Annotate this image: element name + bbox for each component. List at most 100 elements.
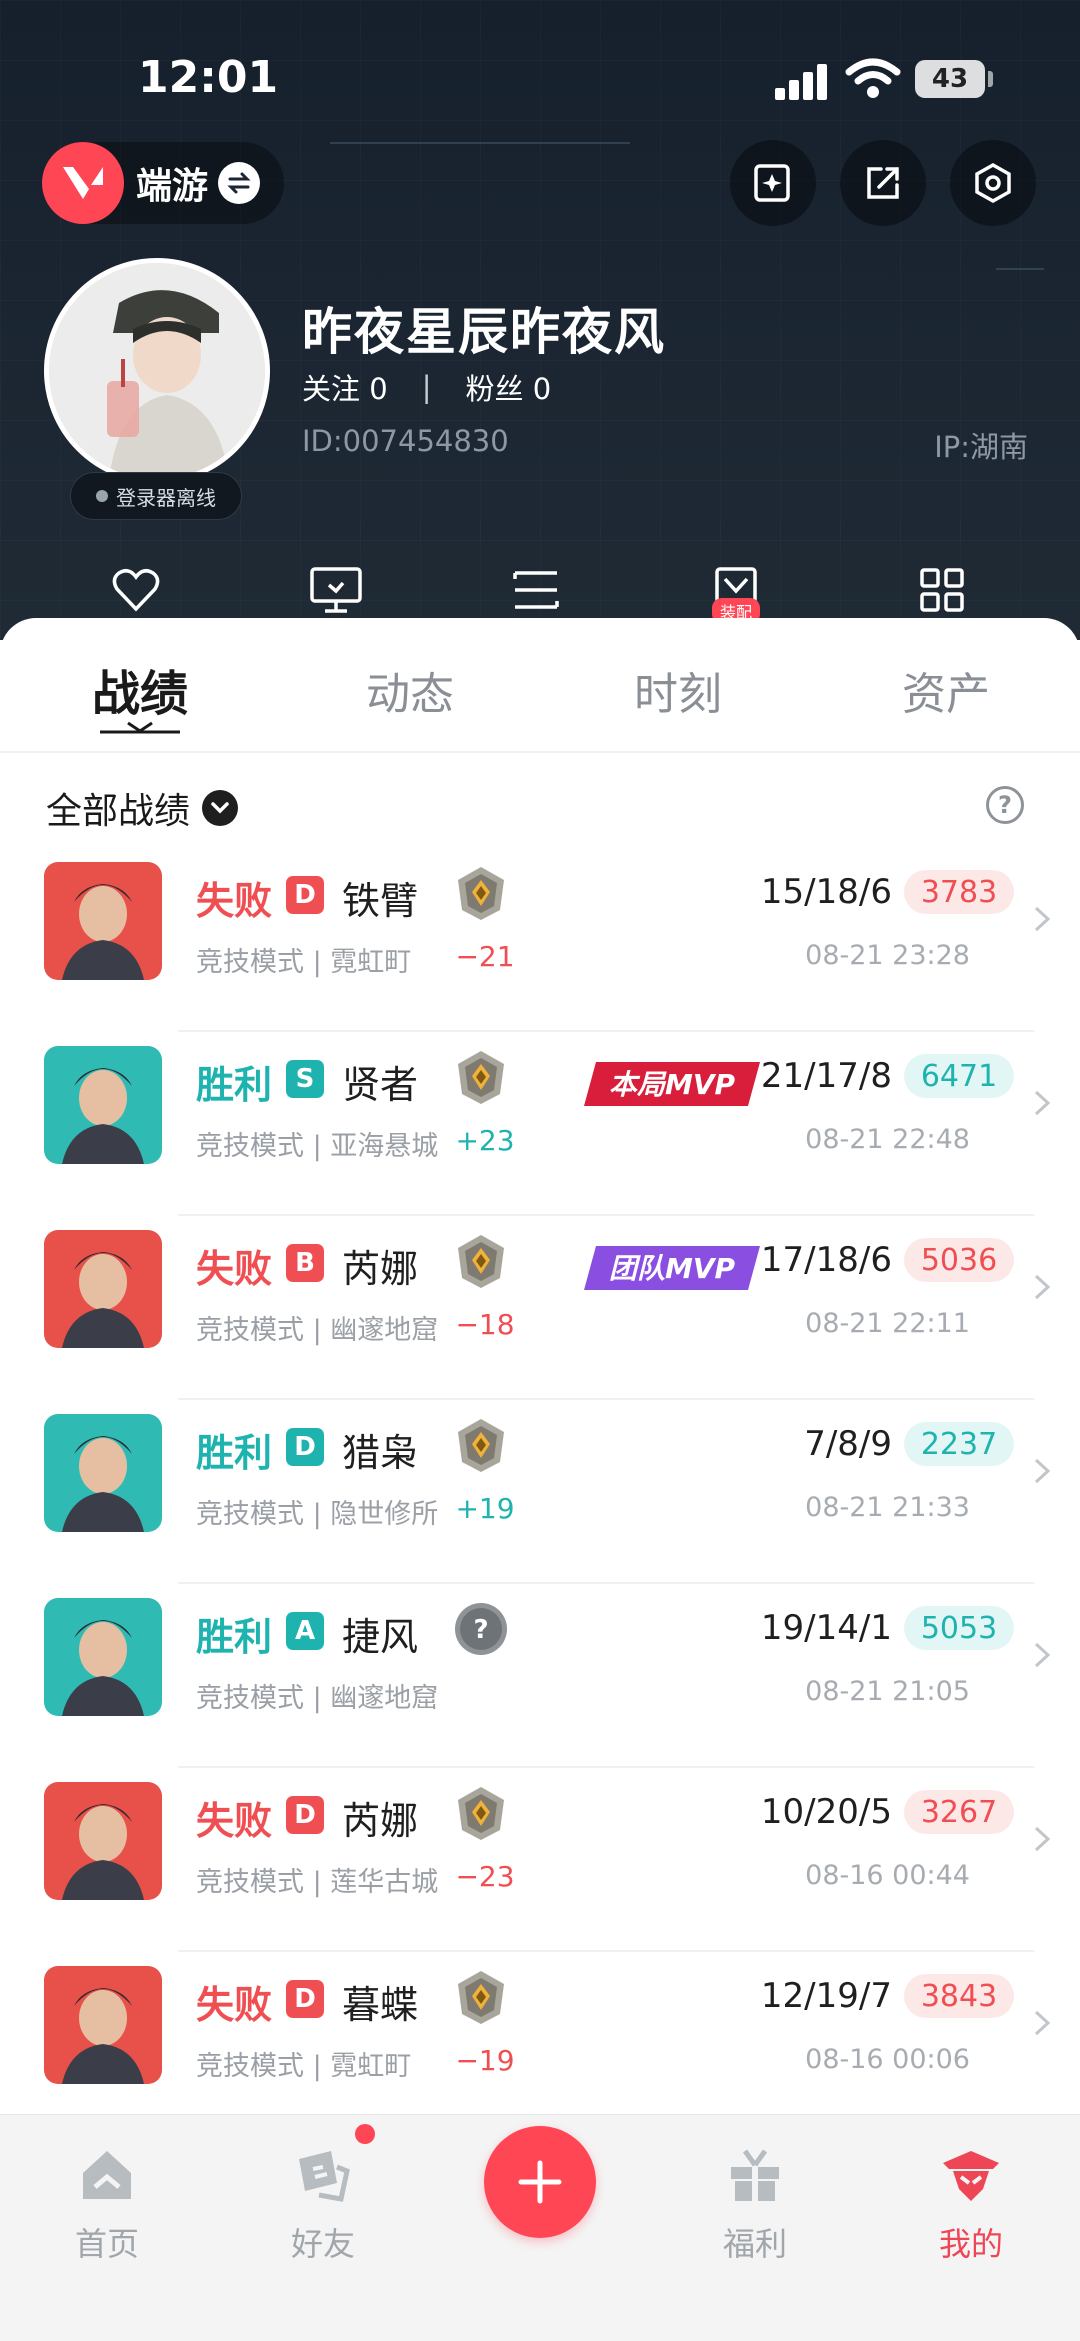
performance-grade-badge: D (286, 1428, 324, 1466)
follow-separator: | (421, 370, 432, 404)
agent-name: 铁臂 (342, 879, 419, 923)
kda-stat: 17/18/6 (760, 1240, 892, 1280)
agent-portrait (44, 862, 162, 980)
agent-name: 猎枭 (342, 1431, 419, 1475)
tab-feed[interactable]: 动态 (310, 658, 510, 722)
match-row[interactable]: 失败 D 暮蝶 竞技模式 | 霓虹町 −19 12/19/7 3843 08-16 00:06 (0, 1952, 1080, 2136)
rank-icon (458, 1051, 504, 1104)
avatar-illustration (49, 263, 265, 479)
chevron-right-icon (1034, 906, 1051, 932)
edit-card-button[interactable] (730, 140, 816, 226)
nav-home-label: 首页 (74, 2225, 139, 2263)
kda-stat: 15/18/6 (760, 872, 892, 912)
match-row[interactable]: 失败 D 铁臂 竞技模式 | 霓虹町 −21 15/18/6 3783 08-21 23:28 (0, 848, 1080, 1032)
combat-score-badge: 5053 (904, 1606, 1014, 1650)
mvp-badge: 本局MVP (584, 1062, 760, 1106)
kda-stat: 19/14/1 (760, 1608, 892, 1648)
follow-stats: 关注 0 | 粉丝 0 (302, 366, 551, 408)
tab-underline-indicator (100, 721, 180, 734)
match-result: 失败 (196, 1799, 273, 1843)
tab-record[interactable]: 战绩 (40, 654, 240, 724)
user-id: ID:007454830 (302, 424, 509, 458)
nav-mine[interactable]: 我的 (896, 2143, 1046, 2265)
agent-name: 暮蝶 (342, 1983, 419, 2027)
performance-grade-badge: D (286, 876, 324, 914)
match-time: 08-21 22:11 (805, 1308, 970, 1339)
following-link[interactable]: 关注 0 (302, 366, 388, 408)
friends-notification-dot (355, 2124, 375, 2144)
nav-friends-label: 好友 (290, 2225, 355, 2263)
monitor-button[interactable] (306, 560, 366, 620)
share-button[interactable] (840, 140, 926, 226)
profile-tools-row (0, 560, 1080, 620)
match-result: 失败 (196, 879, 273, 923)
tab-moments[interactable]: 时刻 (578, 658, 778, 722)
avatar[interactable] (44, 258, 270, 484)
plus-icon (518, 2160, 562, 2204)
list-icon (513, 571, 559, 609)
match-row[interactable]: 胜利 A 捷风 竞技模式 | 幽邃地窟? 19/14/1 5053 08-21 21:05 (0, 1584, 1080, 1768)
rank-point-change: +19 (455, 1492, 515, 1525)
agent-portrait (44, 1598, 162, 1716)
platform-switch-button[interactable]: 端游 (42, 142, 284, 224)
chevron-right-icon (1034, 1458, 1051, 1484)
match-mode-map: 竞技模式 | 幽邃地窟 (196, 1683, 439, 1714)
header-decoration-line (996, 268, 1044, 270)
chevron-down-icon (202, 790, 239, 826)
agent-portrait (44, 1966, 162, 2084)
following-count: 0 (369, 372, 388, 406)
mvp-badge: 团队MVP (584, 1246, 760, 1290)
agent-portrait (44, 1046, 162, 1164)
match-row[interactable]: 胜利 D 猎枭 竞技模式 | 隐世修所 +19 7/8/9 2237 08-21 21:33 (0, 1400, 1080, 1584)
inventory-button[interactable] (506, 560, 566, 620)
battery-icon: 43 (915, 60, 985, 98)
match-time: 08-21 23:28 (805, 940, 970, 971)
match-time: 08-21 21:05 (805, 1676, 970, 1707)
offline-dot-icon (96, 490, 108, 502)
swap-icon (218, 162, 261, 204)
match-row[interactable]: 胜利 S 贤者 竞技模式 | 亚海悬城 +23 本局MVP 21/17/8 6471 08-21… (0, 1032, 1080, 1216)
match-time: 08-21 22:48 (805, 1124, 970, 1155)
combat-score-badge: 5036 (904, 1238, 1014, 1282)
chevron-right-icon (1034, 2010, 1051, 2036)
tab-assets[interactable]: 资产 (846, 658, 1046, 722)
more-apps-button[interactable] (912, 560, 972, 620)
rank-icon (458, 1971, 504, 2024)
share-icon (867, 167, 899, 199)
nav-home[interactable]: 首页 (32, 2143, 182, 2265)
launcher-status-badge: 登录器离线 (70, 472, 242, 520)
svg-text:?: ? (473, 1615, 488, 1645)
match-mode-map: 竞技模式 | 隐世修所 (196, 1499, 439, 1530)
match-mode-map: 竞技模式 | 莲华古城 (196, 1867, 439, 1898)
match-row[interactable]: 失败 D 芮娜 竞技模式 | 莲华古城 −23 10/20/5 3267 08-16 00:4… (0, 1768, 1080, 1952)
rank-point-change: −21 (455, 940, 515, 973)
chevron-right-icon (1034, 1274, 1051, 1300)
match-mode-map: 竞技模式 | 霓虹町 (196, 2051, 412, 2082)
kda-stat: 21/17/8 (760, 1056, 892, 1096)
kda-stat: 7/8/9 (804, 1424, 892, 1464)
chevron-right-icon (1034, 1642, 1051, 1668)
heart-icon (112, 569, 160, 612)
performance-grade-badge: B (286, 1244, 324, 1282)
nav-friends[interactable]: 好友 (248, 2143, 398, 2265)
nav-welfare[interactable]: 福利 (680, 2143, 830, 2265)
help-icon[interactable]: ? (986, 786, 1024, 824)
signal-icon (775, 60, 835, 100)
create-post-button[interactable] (484, 2126, 596, 2238)
followers-label: 粉丝 (465, 372, 524, 406)
settings-button[interactable] (950, 140, 1036, 226)
favorites-button[interactable] (106, 560, 166, 620)
settings-hex-icon (975, 162, 1011, 204)
combat-score-badge: 3267 (904, 1790, 1014, 1834)
match-result: 胜利 (196, 1063, 273, 1107)
match-time: 08-16 00:06 (805, 2044, 970, 2075)
match-time: 08-21 21:33 (805, 1492, 970, 1523)
followers-link[interactable]: 粉丝 0 (465, 366, 551, 408)
chevron-right-icon (1034, 1090, 1051, 1116)
platform-label: 端游 (136, 166, 209, 207)
performance-grade-badge: A (286, 1612, 324, 1650)
kda-stat: 12/19/7 (760, 1976, 892, 2016)
record-filter-dropdown[interactable]: 全部战绩 (46, 782, 239, 834)
mvp-badge-text: 团队MVP (609, 1252, 736, 1285)
match-row[interactable]: 失败 B 芮娜 竞技模式 | 幽邃地窟 −18 团队MVP 17/18/6 5036 08-21… (0, 1216, 1080, 1400)
